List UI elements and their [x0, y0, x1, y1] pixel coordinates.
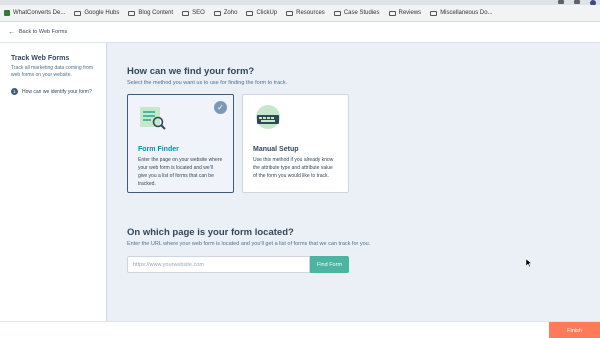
bookmark-folder-blog-content[interactable]: Blog Content [128, 10, 173, 16]
extension-icon[interactable] [574, 0, 580, 4]
back-arrow-icon: ← [8, 28, 15, 36]
wizard-sidebar: Track Web Forms Track all marketing data… [0, 43, 107, 321]
folder-icon [128, 10, 136, 16]
folder-icon [430, 10, 438, 16]
sidebar-title: Track Web Forms [11, 55, 70, 62]
sidebar-step-identify-form[interactable]: 1 How can we identify your form? [11, 88, 95, 95]
folder-icon [388, 10, 396, 16]
step-label: How can we identify your form? [22, 88, 92, 95]
step-number-badge: 1 [11, 88, 18, 95]
manual-setup-description: Use this method if you already know the … [253, 157, 334, 179]
extension-icon[interactable] [558, 0, 564, 4]
folder-icon [213, 10, 221, 16]
bookmark-folder-seo[interactable]: SEO [182, 10, 205, 16]
bookmark-folder-miscellaneous[interactable]: Miscellaneous Do... [430, 10, 493, 16]
bookmarks-bar: WhatConverts De... Google Hubs Blog Cont… [0, 5, 600, 22]
folder-icon [182, 10, 190, 16]
page-location-heading: On which page is your form located? [127, 227, 294, 238]
folder-icon [286, 10, 294, 16]
form-finder-card[interactable]: ✓ Form Finder Enter the page on your web… [127, 94, 234, 193]
wizard-footer: Finish [0, 321, 600, 338]
back-link-label: Back to Web Forms [19, 29, 68, 35]
bookmark-folder-resources[interactable]: Resources [286, 10, 325, 16]
form-finder-title: Form Finder [138, 146, 179, 153]
manual-setup-title: Manual Setup [253, 146, 299, 153]
find-form-heading: How can we find your form? [127, 66, 255, 77]
main-content: How can we find your form? Select the me… [127, 66, 567, 273]
website-url-input[interactable] [127, 256, 310, 273]
form-search-icon [140, 107, 166, 130]
back-to-web-forms-link[interactable]: ← Back to Web Forms [8, 29, 67, 36]
keyboard-icon [256, 105, 280, 129]
url-input-row: Find Form [127, 256, 567, 273]
checkmark-icon: ✓ [214, 101, 227, 114]
bookmark-folder-clickup[interactable]: ClickUp [246, 10, 277, 16]
whatconverts-favicon-icon [4, 10, 10, 16]
folder-icon [333, 10, 341, 16]
manual-setup-card[interactable]: Manual Setup Use this method if you alre… [242, 94, 349, 193]
find-form-button[interactable]: Find Form [310, 256, 349, 273]
find-form-subheading: Select the method you want us to use for… [127, 80, 288, 86]
form-finder-description: Enter the page on your website where you… [138, 157, 223, 187]
bookmark-folder-zoho[interactable]: Zoho [213, 10, 237, 16]
bookmark-whatconverts[interactable]: WhatConverts De... [4, 10, 65, 16]
bookmark-folder-case-studies[interactable]: Case Studies [333, 10, 380, 16]
folder-icon [74, 10, 82, 16]
app-header: ← Back to Web Forms [0, 22, 600, 43]
folder-icon [246, 10, 254, 16]
finish-button[interactable]: Finish [549, 322, 600, 338]
bookmark-folder-google-hubs[interactable]: Google Hubs [74, 10, 119, 16]
page-location-subheading: Enter the URL where your web form is loc… [127, 241, 371, 247]
mouse-cursor-icon [526, 259, 532, 267]
bookmark-folder-reviews[interactable]: Reviews [388, 10, 421, 16]
method-cards: ✓ Form Finder Enter the page on your web… [127, 94, 567, 193]
sidebar-description: Track all marketing data coming from web… [11, 65, 94, 78]
